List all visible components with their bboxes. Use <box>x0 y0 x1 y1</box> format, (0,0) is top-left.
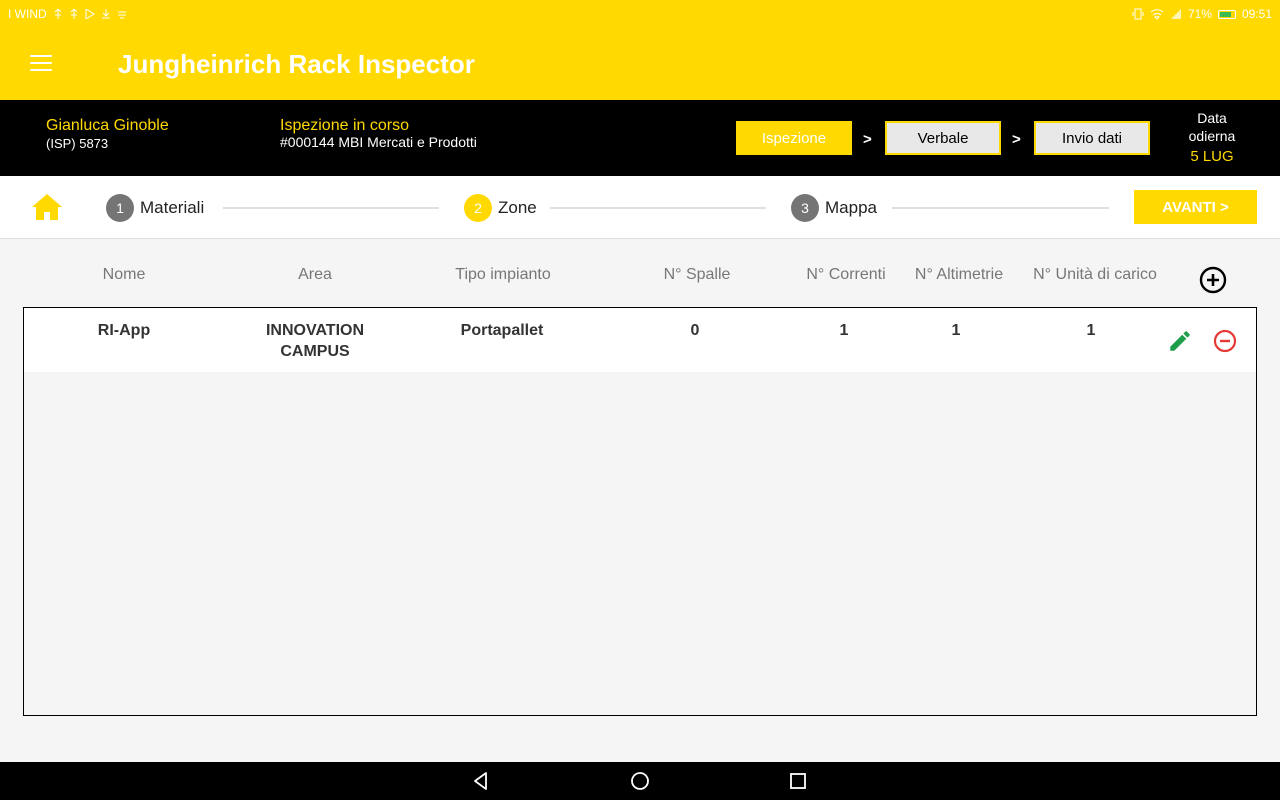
column-header-altimetrie: N° Altimetrie <box>914 266 1004 283</box>
next-button[interactable]: AVANTI > <box>1134 190 1257 224</box>
cell-spalle: 0 <box>690 322 700 339</box>
app-title: Jungheinrich Rack Inspector <box>118 49 475 79</box>
step-arrow: > <box>1012 131 1021 148</box>
cell-area: INNOVATION CAMPUS <box>255 320 375 362</box>
inspector-name: Gianluca Ginoble <box>46 117 169 134</box>
signal-icon <box>1170 9 1181 19</box>
column-header-correnti: N° Correnti <box>806 266 886 283</box>
tab-verbale[interactable]: Verbale <box>885 121 1001 155</box>
table-row[interactable]: RI-App INNOVATION CAMPUS Portapallet 0 1… <box>24 308 1256 372</box>
recents-icon[interactable] <box>787 770 809 792</box>
cell-nome: RI-App <box>97 322 151 339</box>
add-zone-button[interactable] <box>1199 266 1227 294</box>
step-number: 1 <box>106 194 134 222</box>
inspection-status: Ispezione in corso <box>280 117 409 134</box>
step-connector <box>223 207 439 209</box>
step-connector <box>550 207 766 209</box>
usb-icon <box>54 9 62 19</box>
cell-unita-di-carico: 1 <box>1086 322 1096 339</box>
wifi-icon <box>1150 9 1164 20</box>
cell-tipo-impianto: Portapallet <box>460 322 544 339</box>
step-number: 3 <box>791 194 819 222</box>
cell-altimetrie: 1 <box>951 322 961 339</box>
wizard-stepper: 1 Materiali 2 Zone 3 Mappa AVANTI > <box>0 176 1280 239</box>
battery-percent: 71% <box>1187 7 1212 21</box>
inspection-info-bar: Gianluca Ginoble (ISP) 5873 Ispezione in… <box>0 100 1280 176</box>
step-label: Zone <box>498 198 537 217</box>
date-label-line2: odierna <box>1188 128 1236 144</box>
download-icon <box>101 9 110 19</box>
tab-invio-dati[interactable]: Invio dati <box>1034 121 1150 155</box>
home-nav-icon[interactable] <box>629 770 651 792</box>
step-label: Materiali <box>140 198 205 217</box>
step-arrow: > <box>863 131 872 148</box>
vibrate-icon <box>1132 8 1144 20</box>
column-header-tipo-impianto: Tipo impianto <box>455 266 551 283</box>
cell-correnti: 1 <box>839 322 849 339</box>
date-label: Data odierna <box>1170 109 1254 145</box>
step-zone[interactable]: 2 Zone <box>464 194 537 222</box>
step-number: 2 <box>464 194 492 222</box>
current-date: 5 LUG <box>1190 148 1234 165</box>
cell-area-line1: INNOVATION <box>265 322 365 339</box>
edit-icon[interactable] <box>1167 328 1193 354</box>
cell-area-line2: CAMPUS <box>280 343 350 360</box>
menu-icon[interactable] <box>30 55 52 71</box>
status-bar: I WIND 71% 09:51 <box>0 0 1280 28</box>
date-label-line1: Data <box>1197 110 1227 126</box>
play-store-icon <box>85 9 95 19</box>
inspector-id: (ISP) 5873 <box>46 136 109 151</box>
step-connector <box>892 207 1109 209</box>
back-icon[interactable] <box>470 770 492 792</box>
inspection-code: #000144 MBI Mercati e Prodotti <box>280 134 477 150</box>
cast-icon <box>117 11 126 19</box>
battery-icon <box>1217 9 1236 19</box>
column-header-unita-di-carico: N° Unità di carico <box>1033 266 1157 283</box>
usb-icon <box>70 9 78 19</box>
carrier-label: I WIND <box>8 7 47 21</box>
home-icon[interactable] <box>31 193 63 221</box>
step-mappa[interactable]: 3 Mappa <box>791 194 877 222</box>
tab-ispezione[interactable]: Ispezione <box>736 121 852 155</box>
remove-icon[interactable] <box>1212 328 1238 354</box>
column-header-nome: Nome <box>102 266 146 283</box>
system-nav-bar <box>0 762 1280 800</box>
column-header-spalle: N° Spalle <box>663 266 731 283</box>
step-materiali[interactable]: 1 Materiali <box>106 194 204 222</box>
clock: 09:51 <box>1241 7 1272 21</box>
step-label: Mappa <box>825 198 877 217</box>
column-header-area: Area <box>298 266 332 283</box>
zones-table: RI-App INNOVATION CAMPUS Portapallet 0 1… <box>23 307 1257 716</box>
app-bar: Jungheinrich Rack Inspector <box>0 28 1280 100</box>
